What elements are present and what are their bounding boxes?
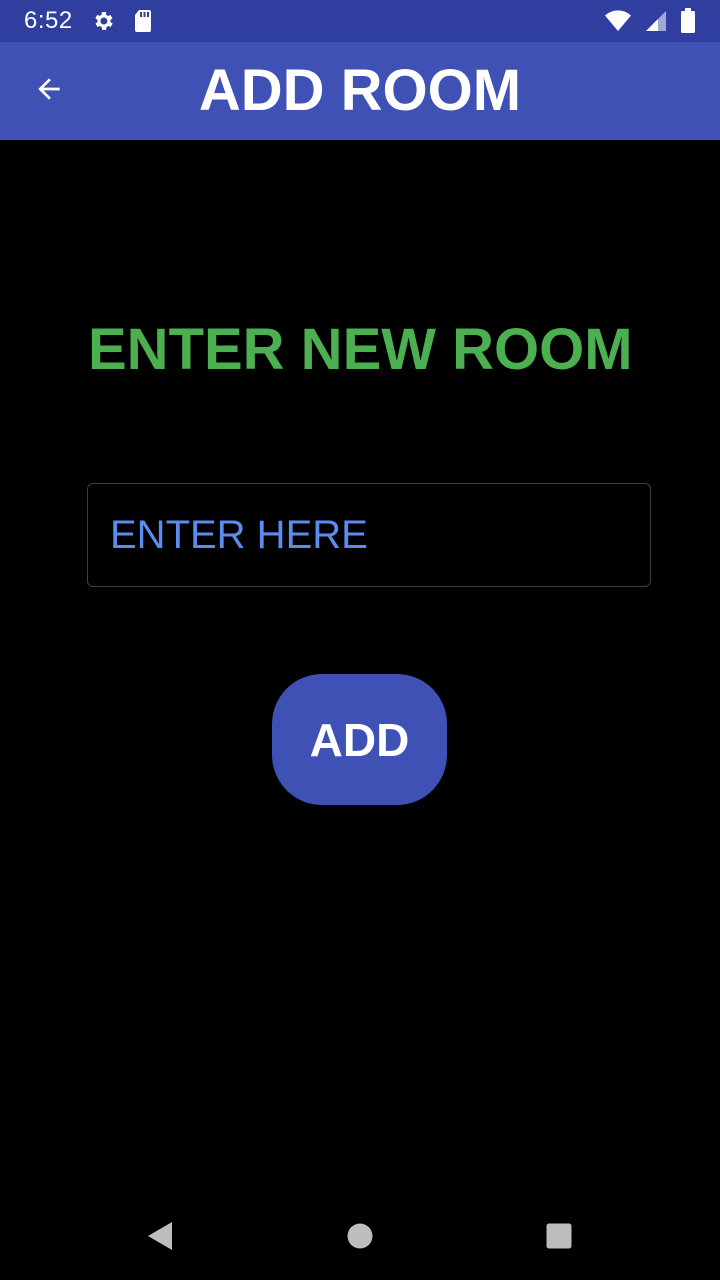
battery-icon [680,8,696,34]
nav-recents-button[interactable] [537,1216,581,1260]
add-button[interactable]: ADD [272,674,447,805]
sd-card-icon [133,9,153,33]
wifi-icon [604,9,632,33]
room-name-field[interactable] [87,483,651,587]
enter-new-room-heading: ENTER NEW ROOM [88,317,633,382]
status-right [604,8,696,34]
app-bar: ADD ROOM [0,42,720,140]
status-bar: 6:52 [0,0,720,42]
back-triangle-icon [146,1220,174,1257]
room-name-input[interactable] [88,484,650,586]
system-nav-bar [0,1196,720,1280]
back-button[interactable] [20,67,78,115]
signal-icon [644,9,668,33]
page-title: ADD ROOM [198,58,522,123]
nav-home-button[interactable] [338,1216,382,1260]
arrow-back-icon [33,73,65,110]
recents-square-icon [545,1222,573,1255]
status-time: 6:52 [24,7,73,34]
status-left: 6:52 [24,7,153,35]
home-circle-icon [346,1222,374,1255]
settings-icon [91,9,115,33]
nav-back-button[interactable] [138,1216,182,1260]
